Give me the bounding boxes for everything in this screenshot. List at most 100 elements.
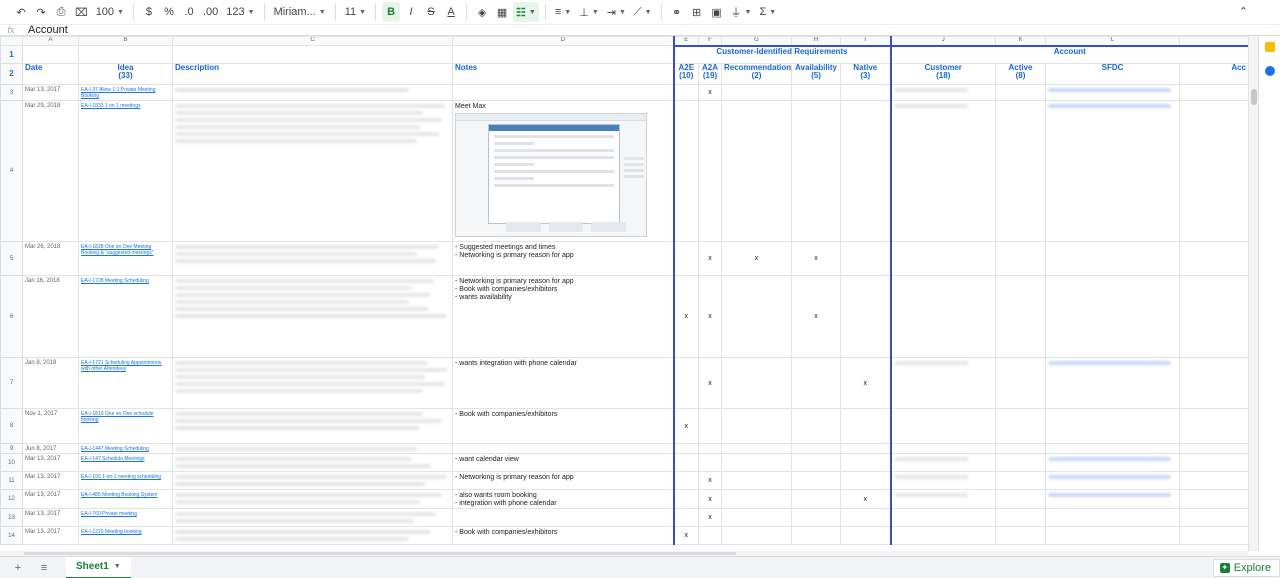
a2a-header[interactable]: A2A (19) [698, 63, 722, 85]
date-cell[interactable]: Nov 1, 2017 [22, 408, 79, 444]
active-cell[interactable] [995, 408, 1046, 444]
description-cell[interactable] [172, 443, 453, 454]
date-cell[interactable]: Mar 13, 2017 [22, 84, 79, 101]
date-cell[interactable]: Jan 16, 2018 [22, 275, 79, 358]
idea-cell[interactable]: EA-I-147 Schedule Meetings [78, 453, 173, 472]
sfdc-header[interactable]: SFDC [1045, 63, 1180, 85]
idea-link[interactable]: EA-I-1220 Meeting booking [81, 528, 170, 535]
a2a-cell[interactable] [698, 408, 722, 444]
date-cell[interactable]: Jun 8, 2017 [22, 443, 79, 454]
rec-cell[interactable] [721, 471, 792, 490]
native-cell[interactable] [840, 241, 892, 276]
row-header[interactable]: 7 [0, 357, 23, 409]
row-header[interactable]: 9 [0, 443, 23, 454]
text-color-button[interactable]: A [442, 2, 460, 22]
column-header-k[interactable]: K [995, 36, 1046, 46]
date-cell[interactable]: Mar 13, 2017 [22, 489, 79, 509]
description-cell[interactable] [172, 100, 453, 242]
date-header[interactable]: Date [22, 63, 79, 85]
a2e-cell[interactable] [672, 489, 699, 509]
text-rotation-icon[interactable]: ⟋ ▼ [631, 2, 655, 22]
a2e-cell[interactable] [672, 508, 699, 527]
rec-cell[interactable] [721, 100, 792, 242]
idea-link[interactable]: EA-I-486 Meeting Booking System [81, 491, 170, 498]
sfdc-cell[interactable] [1045, 241, 1180, 276]
description-cell[interactable] [172, 275, 453, 358]
font-size-select[interactable]: 11 ▼ [342, 2, 369, 22]
keep-icon[interactable] [1265, 42, 1275, 52]
idea-link[interactable]: EA-I-156 1-on-1 meeting scheduling [81, 473, 170, 480]
customer-cell[interactable] [890, 100, 996, 242]
active-cell[interactable] [995, 84, 1046, 101]
avail-cell[interactable] [791, 526, 841, 545]
insert-link-icon[interactable]: ⚭ [668, 2, 686, 22]
notes-cell[interactable]: - Suggested meetings and times - Network… [452, 241, 674, 276]
active-header[interactable]: Active (8) [995, 63, 1046, 85]
acc-cell[interactable] [1179, 241, 1248, 276]
notes-cell[interactable]: - also wants room booking - integration … [452, 489, 674, 509]
date-cell[interactable]: Mar 13, 2017 [22, 471, 79, 490]
scrollbar-thumb[interactable] [1251, 89, 1257, 105]
idea-cell[interactable]: EA-I-1819 One on One schedule booking [78, 408, 173, 444]
idea-link[interactable]: EA-I-1819 One on One schedule booking [81, 410, 170, 423]
strikethrough-button[interactable]: S [422, 2, 440, 22]
a2a-cell[interactable]: x [698, 84, 722, 101]
active-cell[interactable] [995, 489, 1046, 509]
a2e-cell[interactable] [672, 471, 699, 490]
sfdc-cell[interactable] [1045, 526, 1180, 545]
idea-cell[interactable]: EA-I-1833 1 on 1 meetings [78, 100, 173, 242]
row-header[interactable]: 6 [0, 275, 23, 358]
description-cell[interactable] [172, 508, 453, 527]
idea-link[interactable]: EA-I-147 Schedule Meetings [81, 455, 170, 462]
notes-cell[interactable]: - Book with companies/exhibitors [452, 408, 674, 444]
a2a-cell[interactable]: x [698, 241, 722, 276]
idea-link[interactable]: EA-I-1447 Meeting Scheduling [81, 445, 170, 452]
borders-icon[interactable]: ▦ [493, 2, 511, 22]
avail-cell[interactable]: x [791, 275, 841, 358]
native-cell[interactable] [840, 100, 892, 242]
row-header[interactable]: 3 [0, 84, 23, 101]
a2a-cell[interactable] [698, 443, 722, 454]
rec-cell[interactable] [721, 526, 792, 545]
a2e-cell[interactable]: x [672, 408, 699, 444]
date-cell[interactable]: Mar 26, 2018 [22, 241, 79, 276]
sfdc-cell[interactable] [1045, 84, 1180, 101]
description-cell[interactable] [172, 471, 453, 490]
acc-cell[interactable] [1179, 453, 1248, 472]
rec-cell[interactable] [721, 443, 792, 454]
currency-format-button[interactable]: $ [140, 2, 158, 22]
active-cell[interactable] [995, 100, 1046, 242]
row-header[interactable]: 10 [0, 453, 23, 472]
bold-button[interactable]: B [382, 2, 401, 22]
idea-cell[interactable]: EA-I-1721 Scheduling Appointments with o… [78, 357, 173, 409]
a2e-header[interactable]: A2E (10) [672, 63, 699, 85]
insert-chart-icon[interactable]: ▣ [708, 2, 726, 22]
rec-cell[interactable]: x [721, 241, 792, 276]
redo-icon[interactable]: ↷ [32, 2, 50, 22]
acc-cell[interactable] [1179, 275, 1248, 358]
cell[interactable] [22, 45, 79, 64]
acc-cell[interactable] [1179, 471, 1248, 490]
row-header[interactable]: 11 [0, 471, 23, 490]
date-cell[interactable]: Mar 13, 2017 [22, 508, 79, 527]
paint-format-icon[interactable]: ⌧ [72, 2, 91, 22]
notes-cell[interactable]: - want calendar view [452, 453, 674, 472]
a2e-cell[interactable]: x [672, 275, 699, 358]
a2a-cell[interactable]: x [698, 508, 722, 527]
scrollbar-thumb[interactable] [24, 552, 736, 555]
horizontal-align-icon[interactable]: ≡ ▼ [552, 2, 574, 22]
customer-cell[interactable] [890, 241, 996, 276]
sfdc-cell[interactable] [1045, 357, 1180, 409]
a2a-cell[interactable]: x [698, 275, 722, 358]
native-cell[interactable] [840, 471, 892, 490]
customer-cell[interactable] [890, 84, 996, 101]
column-header-c[interactable]: C [172, 36, 453, 46]
idea-link[interactable]: EA-I-760 Private meeting [81, 510, 170, 517]
sfdc-cell[interactable] [1045, 408, 1180, 444]
customer-cell[interactable] [890, 471, 996, 490]
avail-cell[interactable] [791, 100, 841, 242]
row-header[interactable]: 4 [0, 100, 23, 242]
native-cell[interactable]: x [840, 357, 892, 409]
column-header-d[interactable]: D [452, 36, 674, 46]
active-cell[interactable] [995, 357, 1046, 409]
